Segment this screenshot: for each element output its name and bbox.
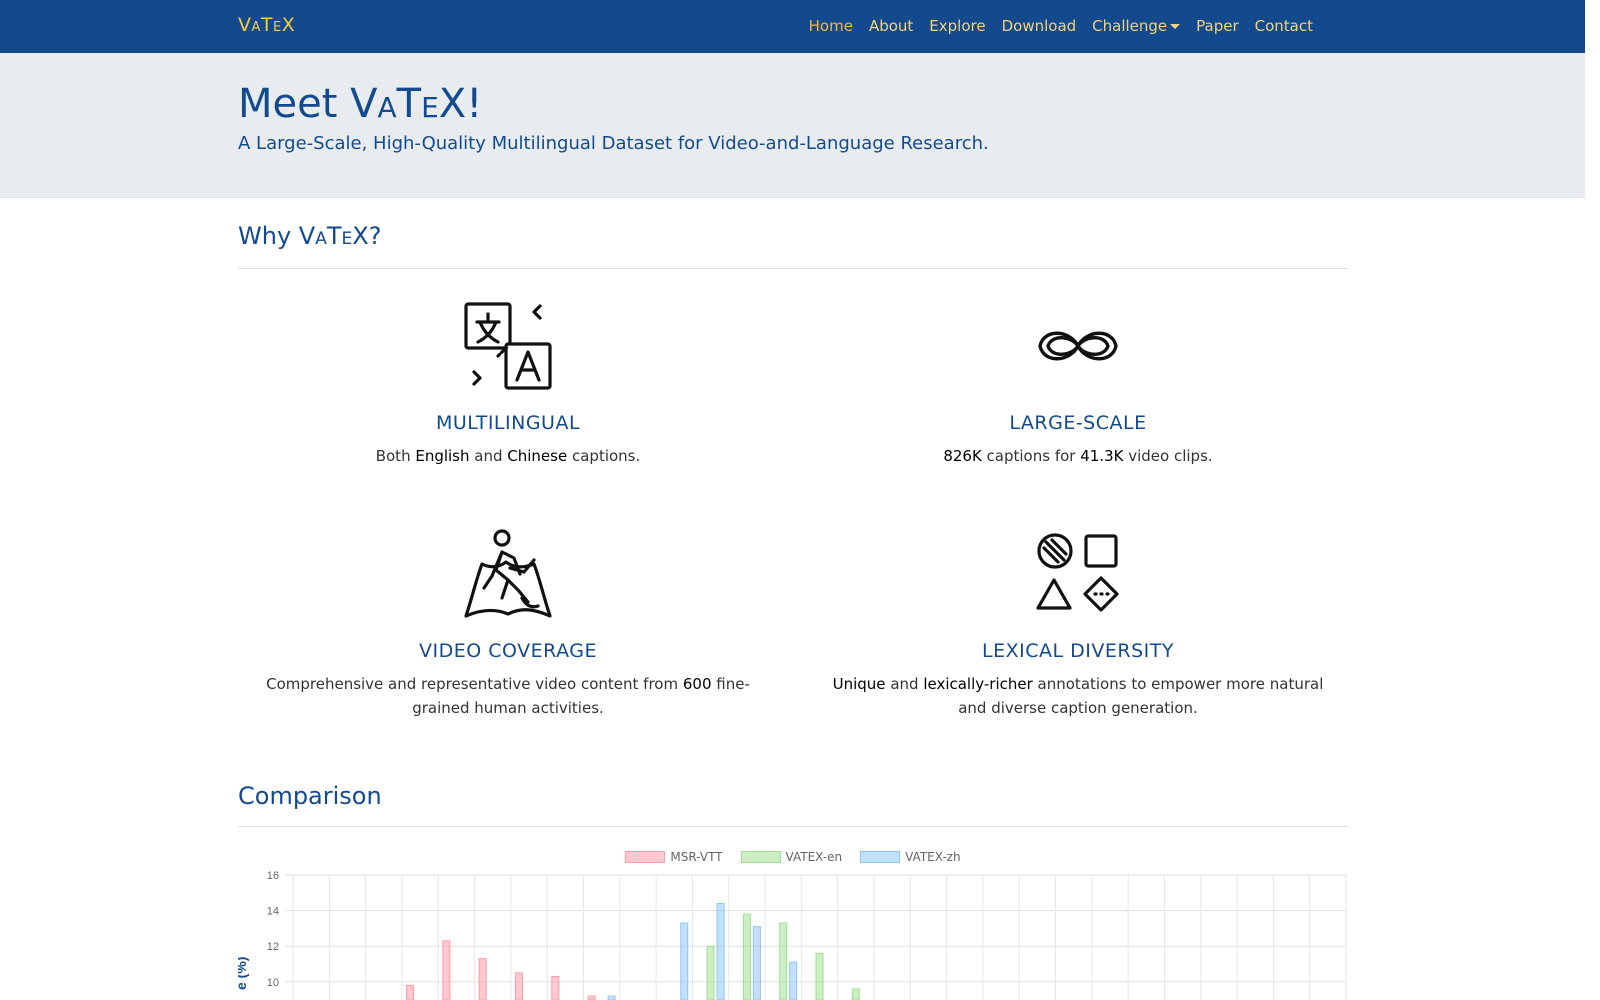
feature-multilingual: MULTILINGUAL Both English and Chinese ca… (248, 300, 768, 468)
feature-title: LARGE-SCALE (1009, 412, 1147, 434)
bar-vatex-en[interactable] (742, 913, 751, 1000)
bar-vatex-en[interactable] (815, 952, 824, 1000)
caret-down-icon (1170, 24, 1181, 29)
feature-desc: Both English and Chinese captions. (375, 447, 641, 465)
nav-link-challenge[interactable]: Challenge (1092, 17, 1181, 35)
bar-msr-vtt[interactable] (587, 995, 596, 1000)
bar-vatex-zh[interactable] (607, 995, 616, 1000)
feature-title: VIDEO COVERAGE (419, 640, 597, 662)
nav-link-home[interactable]: Home (809, 17, 853, 35)
nav-link-paper[interactable]: Paper (1196, 17, 1238, 35)
translate-icon (464, 302, 552, 390)
feature-title: MULTILINGUAL (435, 412, 581, 434)
bar-vatex-zh[interactable] (680, 922, 689, 1000)
y-tick-label: 14 (267, 906, 279, 918)
feature-title: LEXICAL DIVERSITY (982, 640, 1174, 662)
bar-msr-vtt[interactable] (551, 975, 560, 1000)
infinity-icon (1038, 331, 1118, 361)
section-divider (238, 268, 1348, 269)
top-navbar: VaTeX Home About Explore Download Challenge P… (0, 0, 1585, 53)
y-tick-label: 12 (267, 941, 279, 953)
bar-vatex-zh[interactable] (752, 926, 761, 1000)
hero-title: Meet VaTeX! (238, 81, 483, 127)
hero-subtitle: A Large-Scale, High-Quality Multilingual… (238, 133, 989, 154)
feature-desc: Unique and lexically-richer annotations … (832, 675, 1324, 717)
nav-link-explore[interactable]: Explore (929, 17, 985, 35)
bar-vatex-en[interactable] (851, 988, 860, 1000)
feature-large-scale: LARGE-SCALE 826K captions for 41.3K vide… (818, 300, 1338, 468)
feature-video-coverage: VIDEO COVERAGE Comprehensive and represe… (248, 528, 768, 720)
bar-msr-vtt[interactable] (515, 972, 524, 1000)
y-axis-label: e (%) (238, 957, 249, 990)
comparison-chart: MSR-VTTVATEX-enVATEX-zh 16141210e (%) (238, 840, 1348, 1000)
bar-vatex-zh[interactable] (789, 961, 798, 1000)
bar-vatex-en[interactable] (706, 945, 715, 1000)
why-heading: Why VaTeX? (238, 222, 382, 250)
y-tick-label: 16 (267, 870, 279, 882)
brand-logo[interactable]: VaTeX (238, 14, 295, 36)
map-explorer-icon (464, 529, 552, 618)
bar-vatex-zh[interactable] (716, 902, 725, 1000)
section-divider (238, 826, 1348, 827)
bar-vatex-en[interactable] (779, 922, 788, 1000)
nav-link-about[interactable]: About (869, 17, 913, 35)
nav-links: Home About Explore Download Challenge Paper Co… (809, 17, 1313, 35)
feature-lexical-diversity: LEXICAL DIVERSITY Unique and lexically-r… (818, 528, 1338, 720)
nav-link-contact[interactable]: Contact (1255, 17, 1313, 35)
bar-msr-vtt[interactable] (406, 984, 415, 1000)
y-tick-label: 10 (267, 977, 279, 989)
bar-msr-vtt[interactable] (442, 940, 451, 1000)
hero-banner: Meet VaTeX! A Large-Scale, High-Quality … (0, 53, 1585, 198)
bar-msr-vtt[interactable] (478, 958, 487, 1000)
bar-chart: 16 14 12 10 e (%) (238, 870, 1347, 1000)
feature-desc: 826K captions for 41.3K video clips. (943, 447, 1213, 465)
nav-link-download[interactable]: Download (1002, 17, 1077, 35)
comparison-heading: Comparison (238, 782, 382, 810)
feature-desc: Comprehensive and representative video c… (266, 675, 750, 717)
shapes-icon (1036, 533, 1119, 612)
